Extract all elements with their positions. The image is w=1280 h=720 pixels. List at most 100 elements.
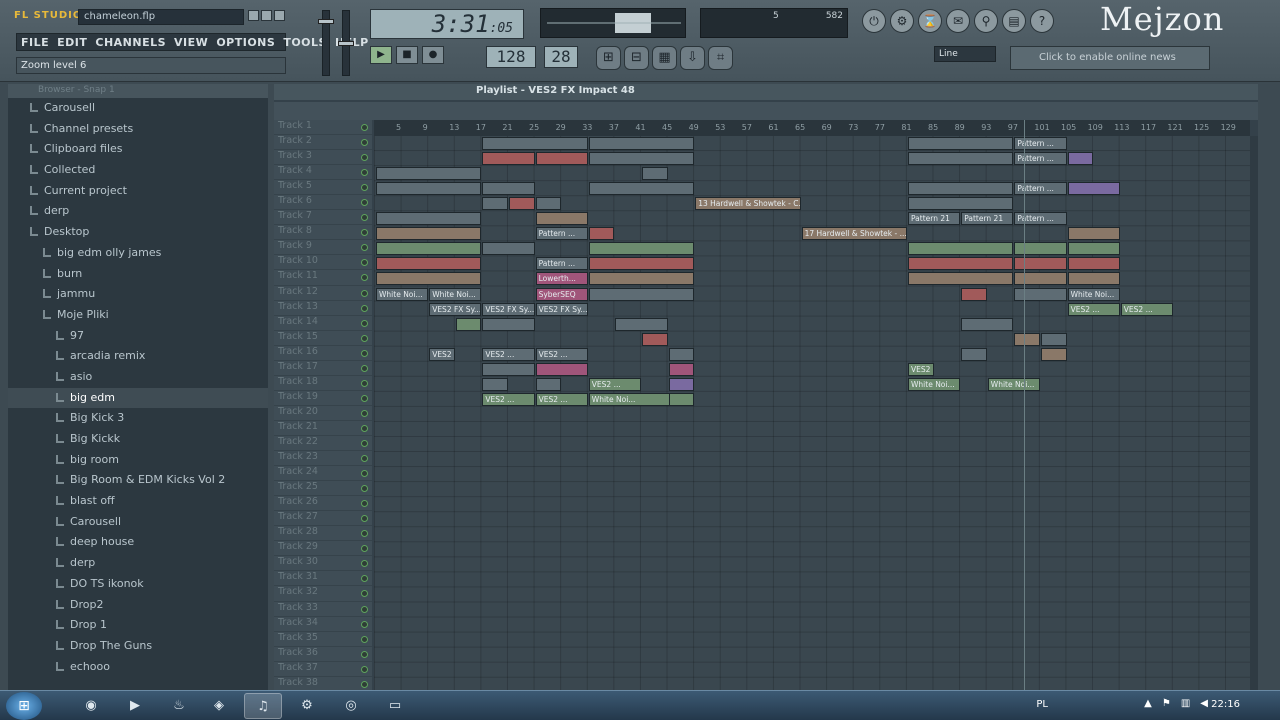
mixer-icon[interactable]: ⇩ xyxy=(680,46,705,70)
track-header[interactable]: Track 31 xyxy=(274,571,372,587)
playlist-clip[interactable]: Pattern ... xyxy=(1014,137,1067,150)
playlist-clip[interactable] xyxy=(1067,152,1094,166)
playlist-clip[interactable] xyxy=(908,242,1014,256)
playlist-clip[interactable] xyxy=(376,167,482,181)
playlist-clip[interactable] xyxy=(482,377,508,391)
tray-icon[interactable]: ▲ xyxy=(1144,698,1152,709)
snap-selector[interactable]: Line xyxy=(934,46,996,62)
playlist-clip[interactable] xyxy=(535,212,588,226)
track-header[interactable]: Track 36 xyxy=(274,647,372,662)
browser-item[interactable]: Big Room & EDM Kicks Vol 2 xyxy=(8,470,268,491)
track-mute-led[interactable] xyxy=(361,439,368,447)
playlist-clip[interactable]: VES2 FX Sy... xyxy=(429,302,482,316)
track-header[interactable]: Track 34 xyxy=(274,617,372,632)
playlist-clip[interactable]: White Noi... xyxy=(987,377,1040,391)
track-header[interactable]: Track 30 xyxy=(274,556,372,572)
track-mute-led[interactable] xyxy=(361,394,368,402)
track-mute-led[interactable] xyxy=(361,530,368,538)
menu-view[interactable]: VIEW xyxy=(170,34,212,50)
playlist-clip[interactable] xyxy=(668,377,695,391)
playlist-clip[interactable] xyxy=(1041,332,1067,346)
playlist-clip[interactable] xyxy=(376,257,482,271)
playlist-clip[interactable] xyxy=(482,242,535,256)
playlist-clip[interactable] xyxy=(961,317,1014,331)
taskbar-clock[interactable]: 22:16 xyxy=(1211,699,1240,710)
playlist-clip[interactable]: VES2 ... xyxy=(1067,302,1120,316)
playlist-clip[interactable] xyxy=(588,227,615,241)
track-header[interactable]: Track 9 xyxy=(274,240,372,256)
track-mute-led[interactable] xyxy=(361,184,368,192)
media-icon[interactable]: ▶ xyxy=(116,693,154,719)
playlist-clip[interactable] xyxy=(1014,287,1067,301)
playlist-clip[interactable] xyxy=(588,272,695,286)
app-icon[interactable]: ♨ xyxy=(160,693,198,719)
start-button[interactable]: ⊞ xyxy=(6,692,42,720)
playlist-clip[interactable]: VES2 ... xyxy=(429,347,455,361)
flag-icon[interactable]: ⚑ xyxy=(1162,698,1171,709)
track-mute-led[interactable] xyxy=(361,154,368,162)
track-header[interactable]: Track 27 xyxy=(274,511,372,527)
track-mute-led[interactable] xyxy=(361,515,368,523)
track-header[interactable]: Track 32 xyxy=(274,586,372,602)
playlist-clip[interactable]: White Noi... xyxy=(1067,287,1120,301)
playlist-clip[interactable] xyxy=(535,377,562,391)
document-icon[interactable]: ▤ xyxy=(1002,9,1026,33)
browser-item[interactable]: Moje Pliki xyxy=(8,305,268,326)
steam-icon[interactable]: ⚙ xyxy=(288,693,326,719)
track-mute-led[interactable] xyxy=(361,485,368,493)
playlist-clip[interactable]: White Noi... xyxy=(376,287,429,301)
playlist-clip[interactable] xyxy=(908,182,1014,196)
playlist-clip[interactable] xyxy=(588,152,695,166)
track-header[interactable]: Track 19 xyxy=(274,391,372,406)
browser-icon[interactable]: ⌗ xyxy=(708,46,733,70)
playlist-clip[interactable]: Pattern ... xyxy=(535,227,588,241)
track-mute-led[interactable] xyxy=(361,665,368,673)
track-header[interactable]: Track 5 xyxy=(274,180,372,196)
volume-icon[interactable]: ◀ xyxy=(1200,698,1208,709)
track-mute-led[interactable] xyxy=(361,274,368,282)
playlist-clip[interactable] xyxy=(668,347,695,361)
menu-file[interactable]: FILE xyxy=(17,34,53,50)
playlist-clip[interactable] xyxy=(376,227,482,241)
track-mute-led[interactable] xyxy=(361,590,368,598)
track-mute-led[interactable] xyxy=(361,605,368,613)
browser-item[interactable]: blast off xyxy=(8,491,268,512)
playlist-clip[interactable] xyxy=(1067,182,1120,196)
track-mute-led[interactable] xyxy=(361,680,368,688)
track-mute-led[interactable] xyxy=(361,349,368,357)
play-button[interactable]: ▶ xyxy=(370,46,392,64)
browser-item[interactable]: big edm xyxy=(8,387,268,409)
menu-options[interactable]: OPTIONS xyxy=(212,34,279,50)
browser-item[interactable]: Clipboard files xyxy=(8,139,268,160)
track-header[interactable]: Track 2 xyxy=(274,135,372,151)
stop-button[interactable]: ■ xyxy=(396,46,418,64)
browser-item[interactable]: Drop 1 xyxy=(8,615,268,636)
track-mute-led[interactable] xyxy=(361,455,368,463)
track-header[interactable]: Track 6 xyxy=(274,195,372,211)
minimize-button[interactable] xyxy=(248,10,259,21)
playlist-clip[interactable] xyxy=(482,152,535,166)
playlist-clip[interactable] xyxy=(908,152,1014,166)
fl-studio-task-icon[interactable]: ♫ xyxy=(244,693,282,719)
track-mute-led[interactable] xyxy=(361,470,368,478)
pattern-selector[interactable]: 28 xyxy=(544,46,578,68)
browser-item[interactable]: burn xyxy=(8,264,268,285)
track-mute-led[interactable] xyxy=(361,575,368,583)
browser-item[interactable]: derp xyxy=(8,201,268,222)
playlist-clip[interactable] xyxy=(961,287,987,301)
playlist-clip[interactable] xyxy=(908,272,1014,286)
playlist-clip[interactable] xyxy=(961,347,987,361)
browser-item[interactable]: big edm olly james xyxy=(8,243,268,264)
playlist-clip[interactable]: 13 Hardwell & Showtek - C... xyxy=(695,197,801,211)
track-mute-led[interactable] xyxy=(361,289,368,297)
master-pitch-slider[interactable] xyxy=(338,10,354,76)
timeline-ruler[interactable]: 5 9 13 17 21 25 29 33 37 41 45 49 53 57 61 65 69 73 77 81 85… xyxy=(374,120,1250,136)
browser-item[interactable]: asio xyxy=(8,367,268,388)
track-mute-led[interactable] xyxy=(361,259,368,267)
playlist-clip[interactable]: Pattern ... xyxy=(1014,182,1067,196)
browser-item[interactable]: Big Kick 3 xyxy=(8,408,268,429)
playlist-clip[interactable] xyxy=(535,152,588,166)
track-header[interactable]: Track 14 xyxy=(274,316,372,331)
browser-item[interactable]: DO TS ikonok xyxy=(8,574,268,595)
playlist-clip[interactable] xyxy=(376,272,482,286)
